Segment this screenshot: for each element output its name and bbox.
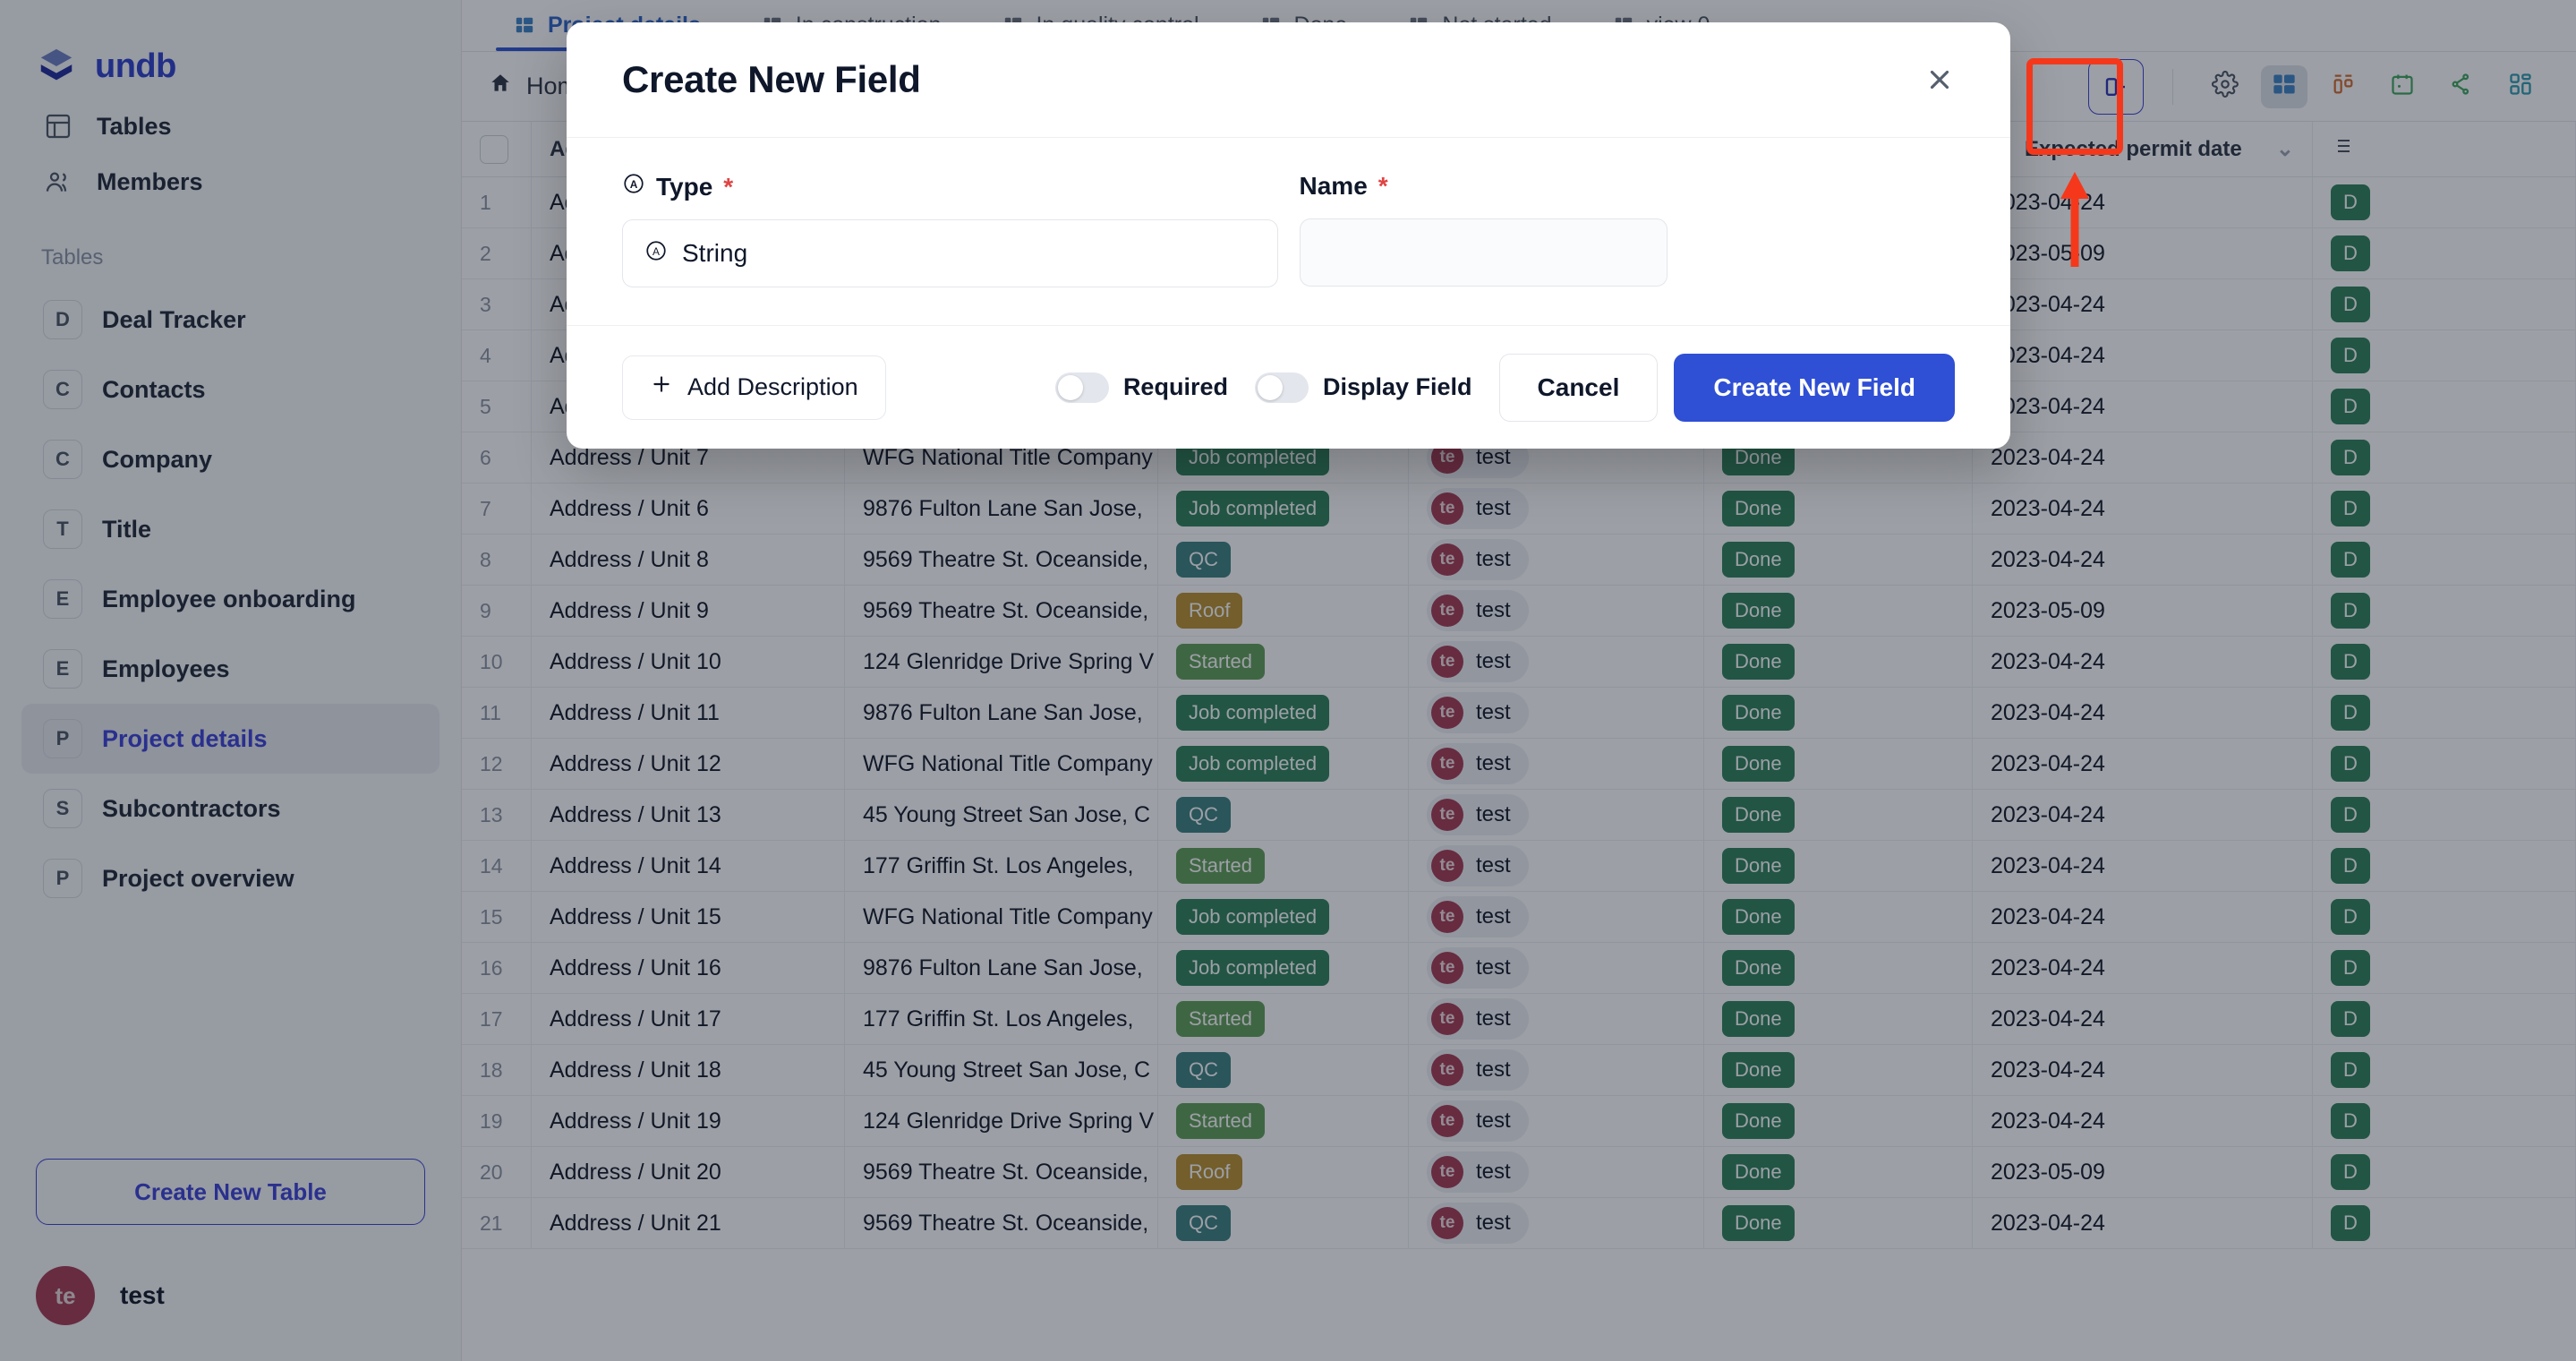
required-toggle-group[interactable]: Required [1055,372,1228,403]
type-label: A Type * [622,172,1278,201]
name-input[interactable] [1300,218,1668,287]
dialog-body: A Type * A String Name * [567,137,2010,325]
dialog-footer: Add Description Required Display Field C… [567,325,2010,449]
required-toggle-label: Required [1123,373,1228,401]
label-text: Type [656,173,712,201]
type-select[interactable]: A String [622,219,1278,287]
dialog-title: Create New Field [622,58,921,101]
dialog-header: Create New Field [567,22,2010,137]
type-value: String [682,239,747,268]
toggle-knob [1058,375,1083,400]
required-toggle[interactable] [1055,372,1109,403]
add-description-label: Add Description [687,373,858,401]
display-field-toggle-group[interactable]: Display Field [1255,372,1472,403]
footer-actions: Required Display Field Cancel Create New… [1055,354,1955,422]
name-field-group: Name * [1300,172,1956,287]
annotation-arrow-icon [2055,167,2094,267]
svg-text:A: A [630,178,638,191]
string-type-icon: A [644,239,668,269]
cancel-button[interactable]: Cancel [1499,354,1659,422]
create-new-field-button[interactable]: Create New Field [1674,354,1955,422]
create-new-field-dialog: Create New Field A Type * A String [567,22,2010,449]
close-icon[interactable] [1914,54,1966,106]
toggle-knob [1258,375,1283,400]
add-description-button[interactable]: Add Description [622,355,886,420]
display-field-toggle[interactable] [1255,372,1309,403]
type-field-group: A Type * A String [622,172,1278,287]
string-type-icon: A [622,172,645,201]
display-field-toggle-label: Display Field [1323,373,1472,401]
plus-icon [650,372,673,402]
label-text: Name [1300,172,1368,201]
svg-text:A: A [653,244,660,257]
required-asterisk: * [723,173,733,201]
name-label: Name * [1300,172,1956,201]
required-asterisk: * [1378,172,1388,201]
